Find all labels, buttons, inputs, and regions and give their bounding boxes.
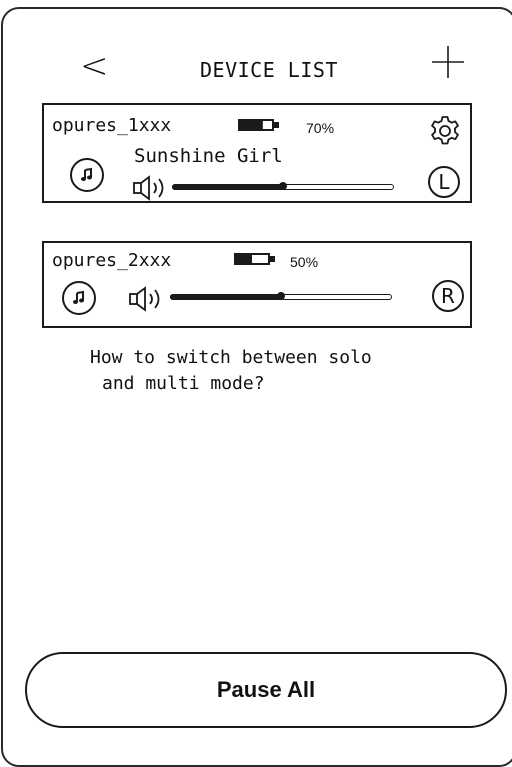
- volume-slider[interactable]: [172, 181, 394, 190]
- settings-button[interactable]: [428, 114, 462, 148]
- battery-icon: [238, 119, 284, 131]
- plus-icon: [432, 46, 464, 78]
- now-playing-title: Sunshine Girl: [134, 145, 283, 167]
- gear-icon: [431, 116, 459, 145]
- music-note-icon: [81, 167, 92, 181]
- pause-all-button[interactable]: Pause All: [25, 652, 507, 728]
- volume-slider[interactable]: [170, 291, 392, 300]
- battery-percent: 70%: [306, 120, 335, 136]
- device-name: opures_2xxx: [52, 250, 172, 271]
- volume-fill: [172, 183, 282, 190]
- music-button[interactable]: [70, 158, 104, 192]
- volume-fill: [170, 293, 280, 300]
- channel-button[interactable]: L: [428, 166, 460, 198]
- back-button[interactable]: <: [80, 46, 109, 86]
- device-name: opures_1xxx: [52, 115, 172, 136]
- help-line-1: How to switch between solo: [90, 347, 372, 368]
- battery-percent: 50%: [290, 254, 319, 270]
- device-card-2[interactable]: opures_2xxx 50% R: [42, 241, 472, 328]
- speaker-icon: [128, 286, 170, 312]
- volume-thumb[interactable]: [277, 291, 285, 300]
- music-button[interactable]: [62, 281, 96, 315]
- battery-icon: [234, 253, 280, 265]
- speaker-icon: [132, 175, 174, 201]
- music-note-icon: [73, 290, 84, 304]
- channel-button[interactable]: R: [432, 280, 464, 312]
- device-card-1[interactable]: opures_1xxx 70% Sunshine Girl L: [42, 103, 472, 203]
- page-title: DEVICE LIST: [200, 58, 338, 82]
- volume-thumb[interactable]: [279, 181, 287, 190]
- help-line-2: and multi mode?: [102, 373, 265, 394]
- add-device-button[interactable]: [428, 42, 468, 82]
- help-link[interactable]: How to switch between solo and multi mod…: [90, 345, 430, 397]
